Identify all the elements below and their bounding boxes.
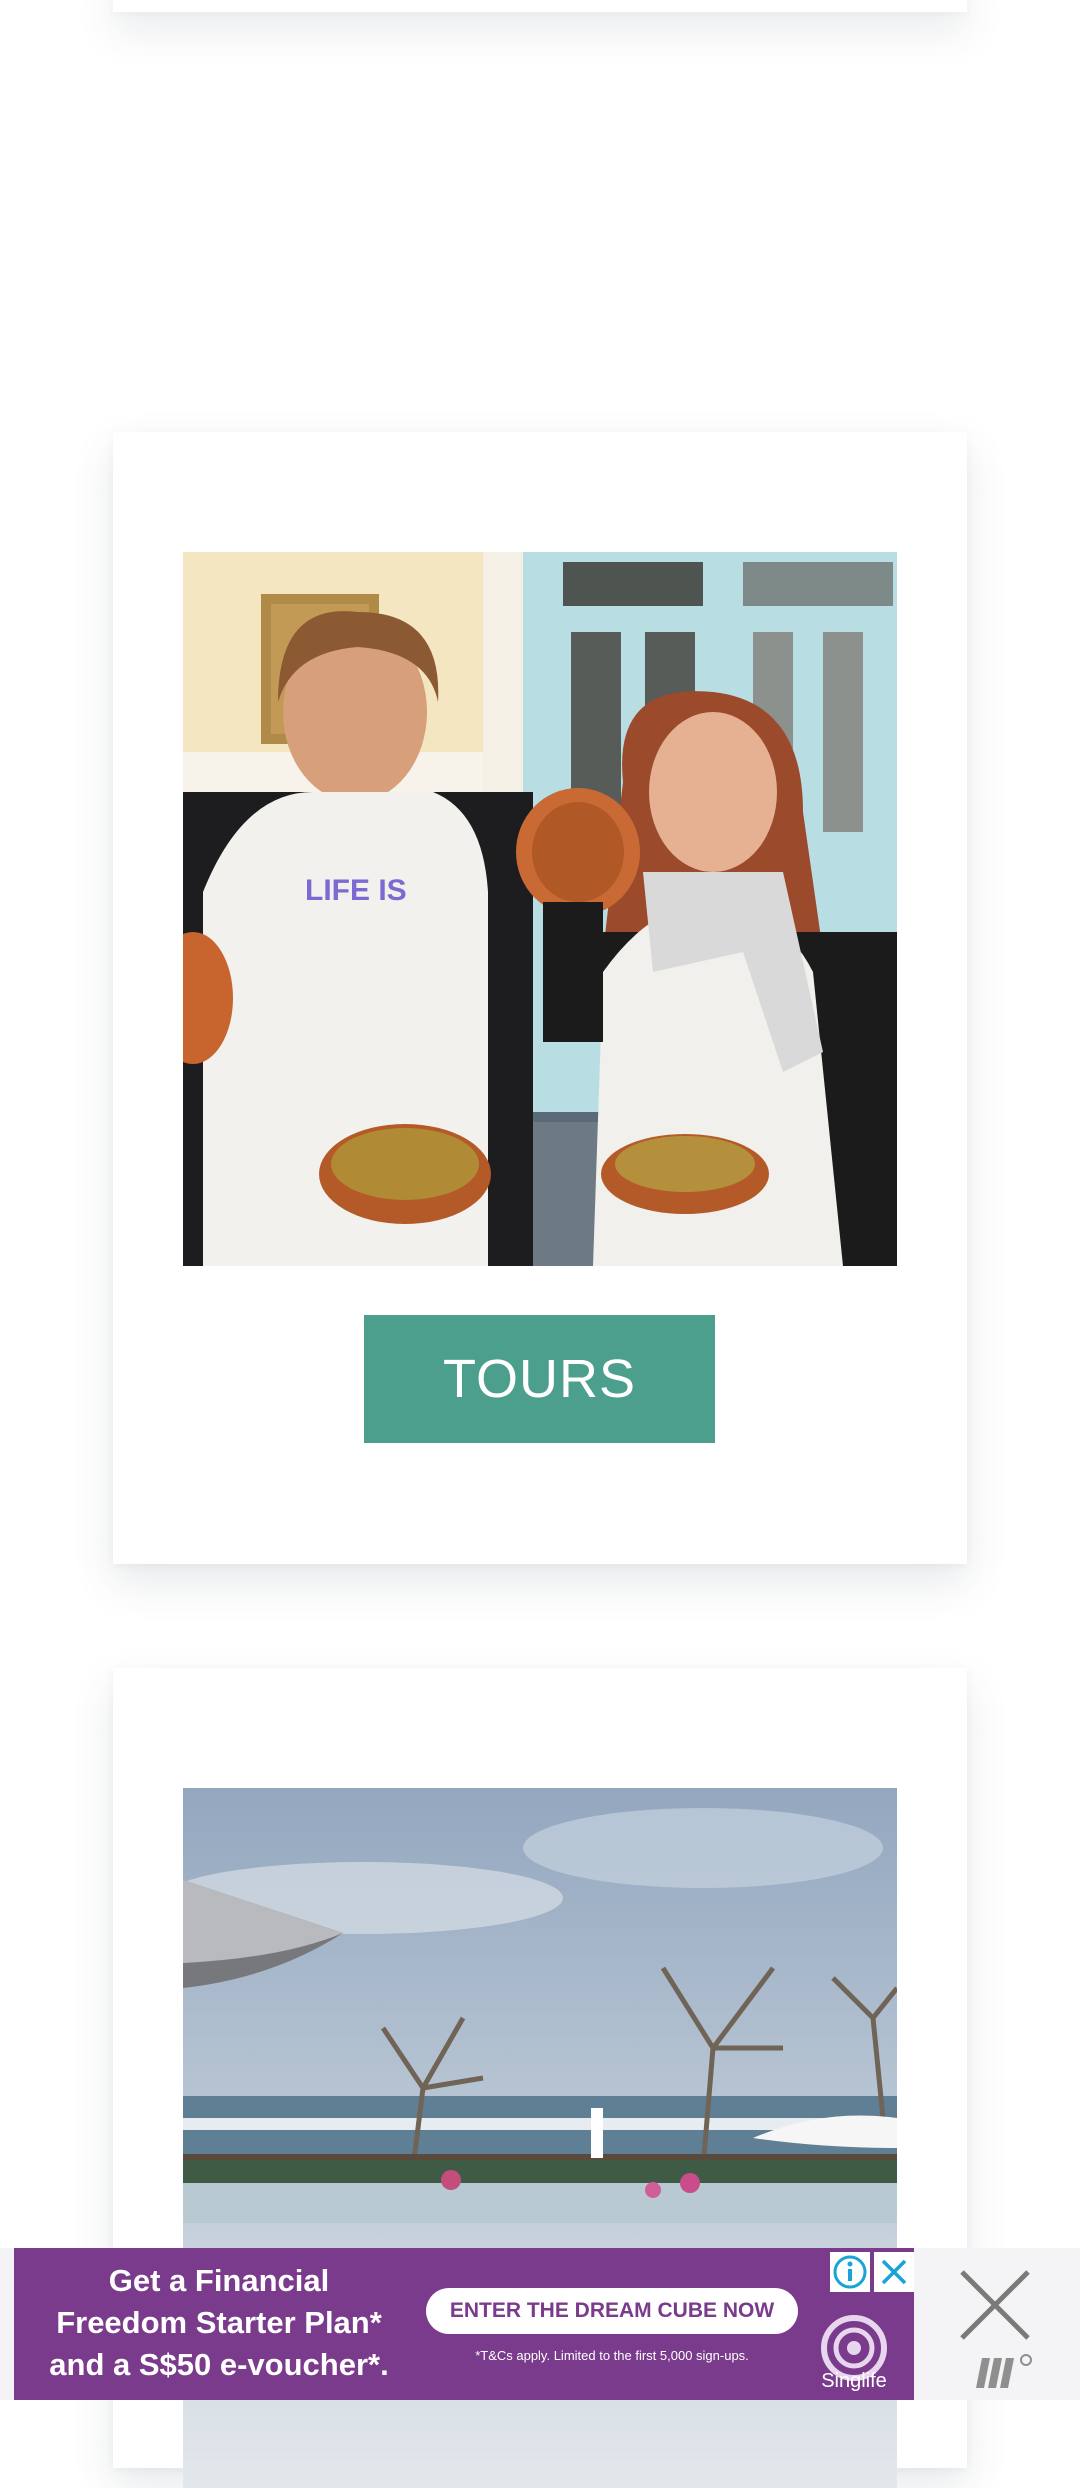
info-icon[interactable] — [830, 2252, 870, 2292]
svg-text:LIFE IS: LIFE IS — [305, 874, 407, 907]
close-icon[interactable] — [950, 2260, 1040, 2350]
tours-card: LIFE IS TOURS — [113, 432, 967, 1564]
ad-network-logo-icon — [976, 2354, 1032, 2388]
ad-headline-line-3: and a S$50 e-voucher*. — [49, 2347, 389, 2382]
ad-brand-name: Singlife — [821, 2370, 887, 2392]
ad-bar: Get a Financial Freedom Starter Plan* an… — [0, 2248, 1080, 2400]
ad-cta-button[interactable]: ENTER THE DREAM CUBE NOW — [426, 2288, 798, 2334]
ad-headline: Get a Financial Freedom Starter Plan* an… — [14, 2260, 424, 2386]
ad-headline-line-1: Get a Financial — [108, 2263, 330, 2298]
previous-card — [113, 0, 967, 12]
tours-photo[interactable]: LIFE IS — [183, 552, 897, 1266]
ad-headline-line-2: Freedom Starter Plan* — [56, 2305, 382, 2340]
tours-button[interactable]: TOURS — [364, 1315, 715, 1443]
ad-banner[interactable]: Get a Financial Freedom Starter Plan* an… — [14, 2248, 914, 2400]
ad-close-icon[interactable] — [874, 2252, 914, 2292]
ad-fine-print: *T&Cs apply. Limited to the first 5,000 … — [475, 2348, 749, 2363]
